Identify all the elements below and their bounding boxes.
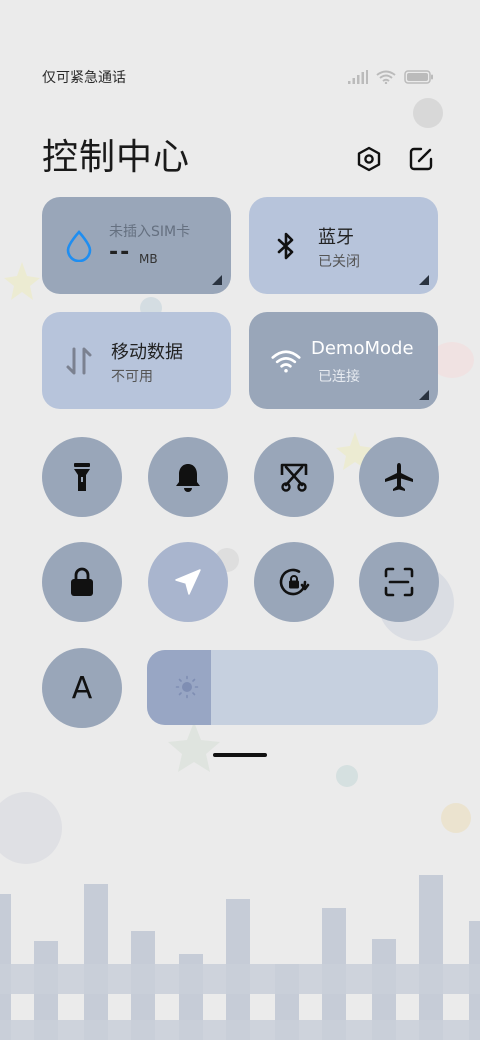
- mobile-data-tile[interactable]: 移动数据 不可用: [42, 312, 231, 409]
- bluetooth-icon: [271, 231, 301, 261]
- wifi-tile[interactable]: DemoMode 已连接: [249, 312, 438, 409]
- bell-icon: [176, 464, 200, 492]
- battery-icon: [404, 70, 433, 84]
- ringer-toggle[interactable]: [148, 437, 228, 517]
- lock-screen-toggle[interactable]: [42, 542, 122, 622]
- wifi-icon: [271, 346, 301, 376]
- location-toggle[interactable]: [148, 542, 228, 622]
- airplane-icon: [385, 463, 413, 491]
- tile-expand-corner: [419, 275, 429, 285]
- data-usage-title: 未插入SIM卡: [109, 224, 191, 240]
- status-bar: 仅可紧急通话: [42, 66, 434, 88]
- scanner-toggle[interactable]: [359, 542, 439, 622]
- font-size-button[interactable]: A: [42, 648, 122, 728]
- wifi-network-name: DemoMode: [311, 338, 414, 359]
- edit-icon: [409, 147, 433, 171]
- mobile-data-status: 不可用: [111, 369, 153, 385]
- bluetooth-status: 已关闭: [318, 254, 360, 270]
- wifi-status: 已连接: [318, 369, 360, 385]
- lock-icon: [71, 567, 93, 596]
- bluetooth-tile[interactable]: 蓝牙 已关闭: [249, 197, 438, 294]
- rotation-lock-icon: [279, 568, 310, 596]
- tile-expand-corner: [212, 275, 222, 285]
- bluetooth-title: 蓝牙: [318, 227, 354, 248]
- rotation-lock-toggle[interactable]: [254, 542, 334, 622]
- location-arrow-icon: [175, 569, 201, 595]
- data-usage-value: --: [109, 240, 132, 265]
- page-title: 控制中心: [42, 137, 191, 178]
- font-size-label: A: [71, 670, 93, 706]
- carrier-text: 仅可紧急通话: [42, 70, 126, 86]
- mobile-data-arrows-icon: [64, 346, 94, 376]
- water-drop-icon: [64, 230, 94, 262]
- drag-handle[interactable]: [213, 753, 267, 757]
- status-icons: [348, 70, 434, 84]
- data-usage-unit: MB: [139, 252, 158, 266]
- mobile-data-title: 移动数据: [111, 342, 183, 363]
- tile-expand-corner: [419, 390, 429, 400]
- header-actions: [354, 144, 436, 174]
- edit-button[interactable]: [406, 144, 436, 174]
- wifi-icon: [376, 70, 396, 84]
- settings-button[interactable]: [354, 144, 384, 174]
- data-usage-tile[interactable]: 未插入SIM卡 -- MB: [42, 197, 231, 294]
- screenshot-toggle[interactable]: [254, 437, 334, 517]
- scan-icon: [384, 567, 414, 597]
- flashlight-icon: [74, 463, 90, 491]
- brightness-slider[interactable]: [147, 650, 438, 725]
- scissors-icon: [280, 463, 308, 492]
- airplane-mode-toggle[interactable]: [359, 437, 439, 517]
- settings-hex-icon: [357, 146, 381, 172]
- flashlight-toggle[interactable]: [42, 437, 122, 517]
- brightness-icon: [175, 675, 199, 699]
- signal-bars-icon: [348, 70, 368, 84]
